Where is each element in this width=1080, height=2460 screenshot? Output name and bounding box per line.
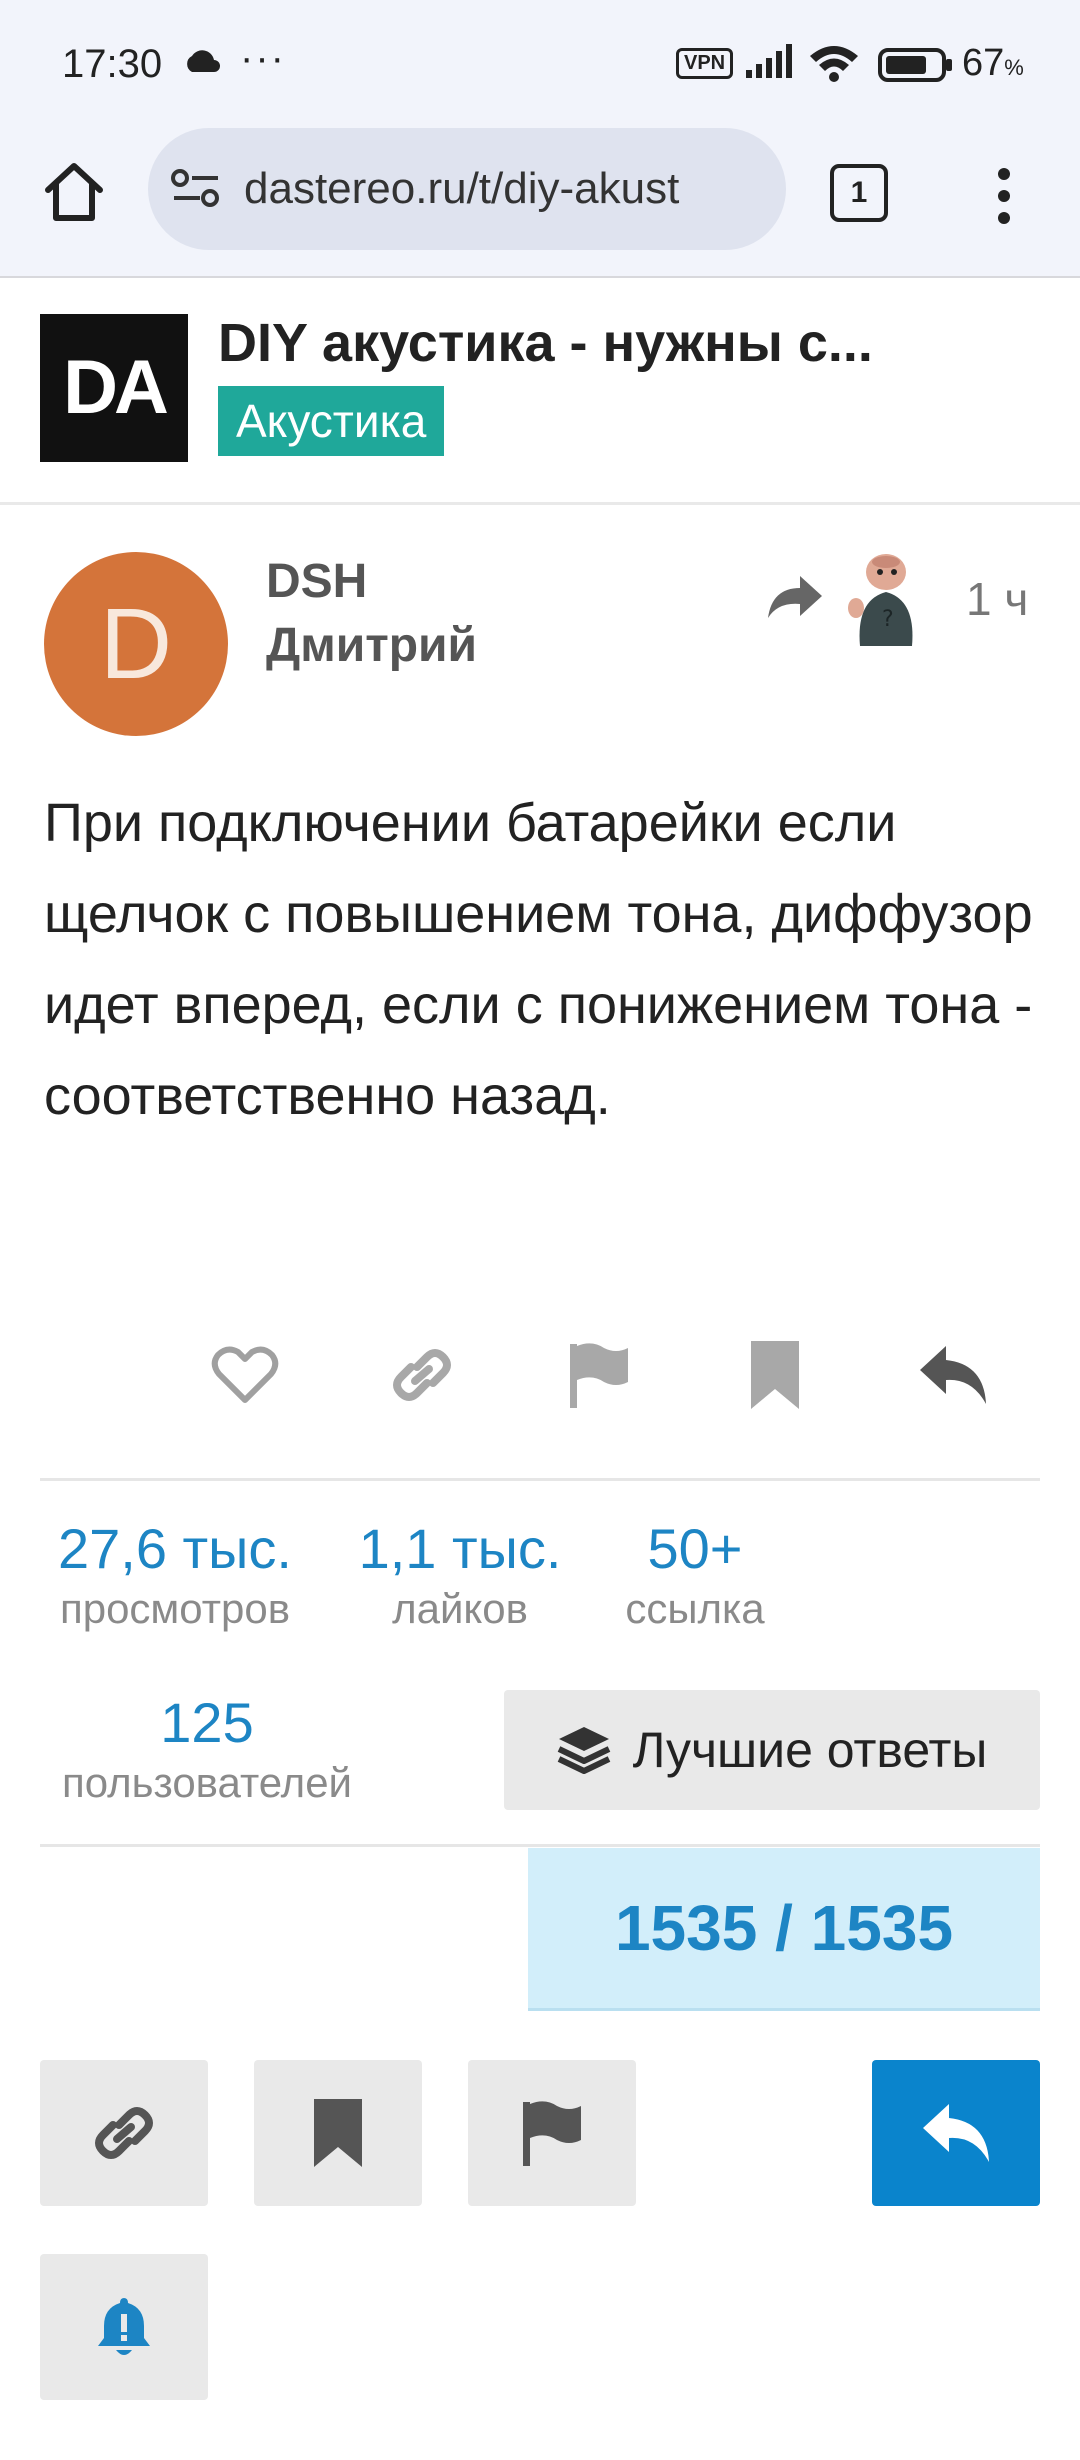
divider (40, 1844, 1040, 1847)
status-time: 17:30 (62, 42, 163, 86)
url-text[interactable]: dastereo.ru/t/diy-akust (244, 164, 774, 214)
heart-icon (211, 1346, 279, 1403)
site-logo[interactable]: DA (40, 314, 188, 462)
signal-icon (746, 44, 796, 83)
stat-likes: 1,1 тыс. лайков (340, 1516, 580, 1633)
link-icon (95, 2107, 153, 2159)
flag-icon (523, 2101, 581, 2166)
topic-progress[interactable]: 1535 / 1535 (528, 1848, 1040, 2011)
category-badge[interactable]: Акустика (218, 386, 445, 456)
poster-username[interactable]: DSH (266, 554, 367, 609)
stat-views: 27,6 тыс. просмотров (44, 1516, 306, 1633)
best-answers-button[interactable]: Лучшие ответы (504, 1690, 1040, 1810)
site-settings-icon[interactable] (170, 166, 222, 217)
links-count: 50+ (647, 1517, 743, 1580)
home-icon (45, 163, 103, 221)
reply-to-avatar[interactable]: ? (842, 550, 926, 650)
flag-button[interactable] (554, 1330, 644, 1420)
battery-percent: 67% (962, 42, 1024, 84)
tab-count: 1 (830, 164, 888, 222)
notifications-button[interactable] (40, 2254, 208, 2400)
address-bar[interactable]: dastereo.ru/t/diy-akust (148, 128, 786, 250)
stat-links[interactable]: 50+ ссылка (600, 1516, 790, 1633)
bookmark-icon (751, 1341, 799, 1409)
post-actions (0, 1330, 1080, 1420)
cloud-icon (182, 48, 222, 79)
flag-topic-button[interactable] (468, 2060, 636, 2206)
browser-menu-button[interactable] (990, 166, 1018, 226)
avatar[interactable]: D (44, 552, 228, 736)
views-count: 27,6 тыс. (57, 1517, 292, 1580)
link-icon (393, 1349, 451, 1401)
bookmark-icon (314, 2099, 362, 2167)
share-topic-button[interactable] (40, 2060, 208, 2206)
likes-label: лайков (392, 1585, 528, 1632)
links-label: ссылка (625, 1585, 765, 1632)
topic-header: DA DIY акустика - нужны с... Акустика (0, 278, 1080, 505)
bell-icon (98, 2298, 150, 2355)
users-label: пользователей (61, 1759, 353, 1806)
post-body: При подключении батарейки если щелчок с … (44, 793, 1033, 1126)
flag-icon (570, 1343, 628, 1408)
reply-icon (920, 1346, 986, 1404)
likes-count: 1,1 тыс. (358, 1517, 562, 1580)
topic-title[interactable]: DIY акустика - нужны с... (218, 312, 1038, 374)
divider (40, 1478, 1040, 1481)
vpn-badge: VPN (676, 48, 734, 79)
layers-icon (557, 1727, 610, 1774)
home-button[interactable] (40, 158, 108, 226)
best-answers-label: Лучшие ответы (632, 1722, 988, 1778)
reply-button[interactable] (908, 1330, 998, 1420)
status-bar: 17:30 ··· VPN 67% (0, 0, 1080, 128)
tab-switcher-button[interactable]: 1 (830, 164, 888, 222)
reply-topic-button[interactable] (872, 2060, 1040, 2206)
reply-icon (923, 2104, 989, 2162)
share-link-button[interactable] (377, 1330, 467, 1420)
bookmark-topic-button[interactable] (254, 2060, 422, 2206)
wifi-icon (808, 44, 860, 87)
reply-to-icon[interactable] (766, 572, 824, 627)
browser-toolbar: dastereo.ru/t/diy-akust 1 (0, 128, 1080, 278)
users-count: 125 (160, 1691, 254, 1754)
svg-text:?: ? (882, 607, 894, 632)
poster-full-name[interactable]: Дмитрий (266, 618, 477, 673)
more-vert-icon (998, 168, 1010, 224)
like-button[interactable] (200, 1330, 290, 1420)
stat-users: 125 пользователей (40, 1690, 374, 1807)
bookmark-button[interactable] (730, 1330, 820, 1420)
views-label: просмотров (59, 1585, 291, 1632)
post-age[interactable]: 1 ч (966, 572, 1028, 626)
battery-icon (878, 48, 954, 87)
more-notifications-icon: ··· (240, 36, 286, 80)
